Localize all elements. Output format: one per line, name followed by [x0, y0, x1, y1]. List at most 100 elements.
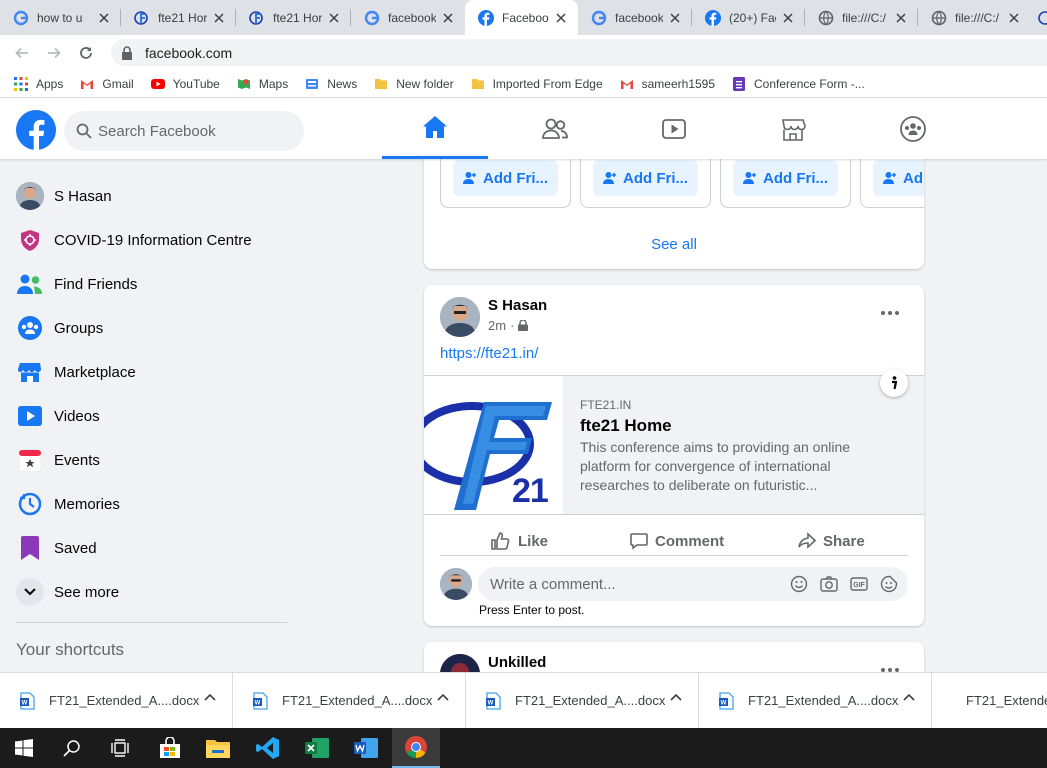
- post-timestamp[interactable]: 2m: [488, 318, 506, 333]
- browser-tab-active[interactable]: Facebook: [465, 0, 578, 35]
- google-icon: [364, 10, 380, 25]
- facebook-logo-icon[interactable]: [16, 110, 56, 150]
- search-input[interactable]: [98, 122, 278, 140]
- see-all-link[interactable]: See all: [424, 236, 924, 253]
- add-friend-button[interactable]: Add Fri...: [453, 160, 558, 196]
- bookmark-maps[interactable]: Maps: [237, 77, 288, 91]
- browser-tab[interactable]: file:///C:/: [805, 0, 918, 35]
- close-icon[interactable]: [1006, 10, 1022, 26]
- download-item[interactable]: W FT21_Extended_A....docx: [233, 672, 466, 729]
- search-bar[interactable]: [64, 111, 304, 151]
- sidebar-item-memories[interactable]: Memories: [8, 482, 298, 526]
- privacy-lock-icon[interactable]: [518, 320, 529, 331]
- tab-title: fte21 Hor: [273, 10, 322, 25]
- bookmark-imported-from-edge[interactable]: Imported From Edge: [471, 77, 603, 91]
- nav-tab-marketplace[interactable]: [740, 98, 846, 159]
- post-author-avatar[interactable]: [440, 297, 480, 337]
- start-button[interactable]: [0, 728, 48, 768]
- browser-tab[interactable]: (20+) Fac: [692, 0, 805, 35]
- taskbar-store[interactable]: [146, 728, 194, 768]
- nav-tab-friends[interactable]: [502, 98, 608, 159]
- overflow-tab-icon[interactable]: [1036, 10, 1047, 26]
- download-item[interactable]: W FT21_Extended_A....docx: [699, 672, 932, 729]
- browser-tab[interactable]: facebook: [351, 0, 465, 35]
- browser-tab[interactable]: fte21 Hor: [121, 0, 236, 35]
- sidebar-divider: [16, 622, 287, 623]
- search-icon: [76, 123, 92, 139]
- sidebar-item-label: S Hasan: [54, 187, 112, 205]
- forward-button[interactable]: [43, 42, 65, 64]
- add-friend-button[interactable]: Add Fri...: [593, 160, 698, 196]
- close-icon[interactable]: [211, 10, 227, 26]
- sidebar-item-see-more[interactable]: See more: [8, 570, 298, 614]
- sidebar-item-find-friends[interactable]: Find Friends: [8, 262, 298, 306]
- chevron-up-icon[interactable]: [670, 693, 682, 701]
- link-preview[interactable]: 21 FTE21.IN fte21 Home This conference a…: [424, 369, 924, 515]
- browser-tab[interactable]: how to u: [0, 0, 121, 35]
- close-icon[interactable]: [893, 10, 909, 26]
- share-button[interactable]: Share: [797, 525, 865, 557]
- sidebar-item-videos[interactable]: Videos: [8, 394, 298, 438]
- bookmark-youtube[interactable]: YouTube: [150, 77, 220, 91]
- post-author-name[interactable]: S Hasan: [488, 297, 547, 314]
- task-view-button[interactable]: [96, 728, 144, 768]
- news-icon: [306, 78, 319, 89]
- taskbar-file-explorer[interactable]: [194, 728, 242, 768]
- taskbar-search-button[interactable]: [48, 728, 96, 768]
- sidebar-item-groups[interactable]: Groups: [8, 306, 298, 350]
- globe-icon: [931, 10, 947, 25]
- close-icon[interactable]: [326, 10, 342, 26]
- chevron-up-icon[interactable]: [204, 693, 216, 701]
- browser-tab[interactable]: facebook: [578, 0, 692, 35]
- close-icon[interactable]: [667, 10, 683, 26]
- add-friend-button[interactable]: Ad: [873, 160, 924, 196]
- reload-button[interactable]: [75, 42, 97, 64]
- nav-tab-watch[interactable]: [621, 98, 727, 159]
- sticker-icon[interactable]: [880, 575, 898, 593]
- nav-tab-groups[interactable]: [860, 98, 966, 159]
- chevron-up-icon[interactable]: [903, 693, 915, 701]
- close-icon[interactable]: [553, 10, 569, 26]
- download-item[interactable]: W FT21_Extended_A....docx: [0, 672, 233, 729]
- next-post-author[interactable]: Unkilled: [488, 654, 546, 671]
- browser-tab[interactable]: file:///C:/: [918, 0, 1031, 35]
- bookmark-conference-form[interactable]: Conference Form -...: [732, 76, 865, 91]
- bookmark-gmail-account[interactable]: sameerh1595: [620, 77, 715, 91]
- close-icon[interactable]: [780, 10, 796, 26]
- bookmark-news[interactable]: News: [305, 77, 357, 91]
- post-options-button[interactable]: [876, 303, 904, 323]
- nav-tab-home[interactable]: [382, 98, 488, 159]
- bookmark-gmail[interactable]: Gmail: [80, 77, 134, 91]
- close-icon[interactable]: [440, 10, 456, 26]
- emoji-icon[interactable]: [790, 575, 808, 593]
- like-button[interactable]: Like: [490, 525, 548, 557]
- comment-avatar[interactable]: [440, 568, 472, 600]
- sidebar-item-marketplace[interactable]: Marketplace: [8, 350, 298, 394]
- gif-icon[interactable]: GIF: [850, 575, 868, 593]
- sidebar-item-covid[interactable]: COVID-19 Information Centre: [8, 218, 298, 262]
- download-item[interactable]: W FT21_Extende: [932, 673, 1047, 729]
- taskbar-excel[interactable]: [293, 728, 341, 768]
- taskbar-chrome[interactable]: [392, 728, 440, 768]
- bookmark-new-folder[interactable]: New folder: [374, 77, 454, 91]
- lock-icon[interactable]: [121, 45, 133, 60]
- taskbar-word[interactable]: [342, 728, 390, 768]
- add-friend-button[interactable]: Add Fri...: [733, 160, 838, 196]
- sidebar-item-profile[interactable]: S Hasan: [8, 174, 298, 218]
- sidebar-item-events[interactable]: Events: [8, 438, 298, 482]
- comment-button[interactable]: Comment: [629, 525, 724, 557]
- address-bar[interactable]: facebook.com: [111, 39, 1047, 66]
- back-button[interactable]: [11, 42, 33, 64]
- comment-box[interactable]: GIF: [478, 567, 908, 601]
- bookmark-apps[interactable]: Apps: [14, 76, 63, 91]
- link-info-button[interactable]: [880, 369, 908, 397]
- sidebar-item-saved[interactable]: Saved: [8, 526, 298, 570]
- taskbar-vscode[interactable]: [244, 728, 292, 768]
- browser-tab[interactable]: fte21 Hor: [236, 0, 351, 35]
- comment-input[interactable]: [490, 575, 790, 593]
- camera-icon[interactable]: [820, 575, 838, 593]
- download-item[interactable]: W FT21_Extended_A....docx: [466, 672, 699, 729]
- chevron-up-icon[interactable]: [437, 693, 449, 701]
- close-icon[interactable]: [96, 10, 112, 26]
- post-link[interactable]: https://fte21.in/: [440, 345, 538, 362]
